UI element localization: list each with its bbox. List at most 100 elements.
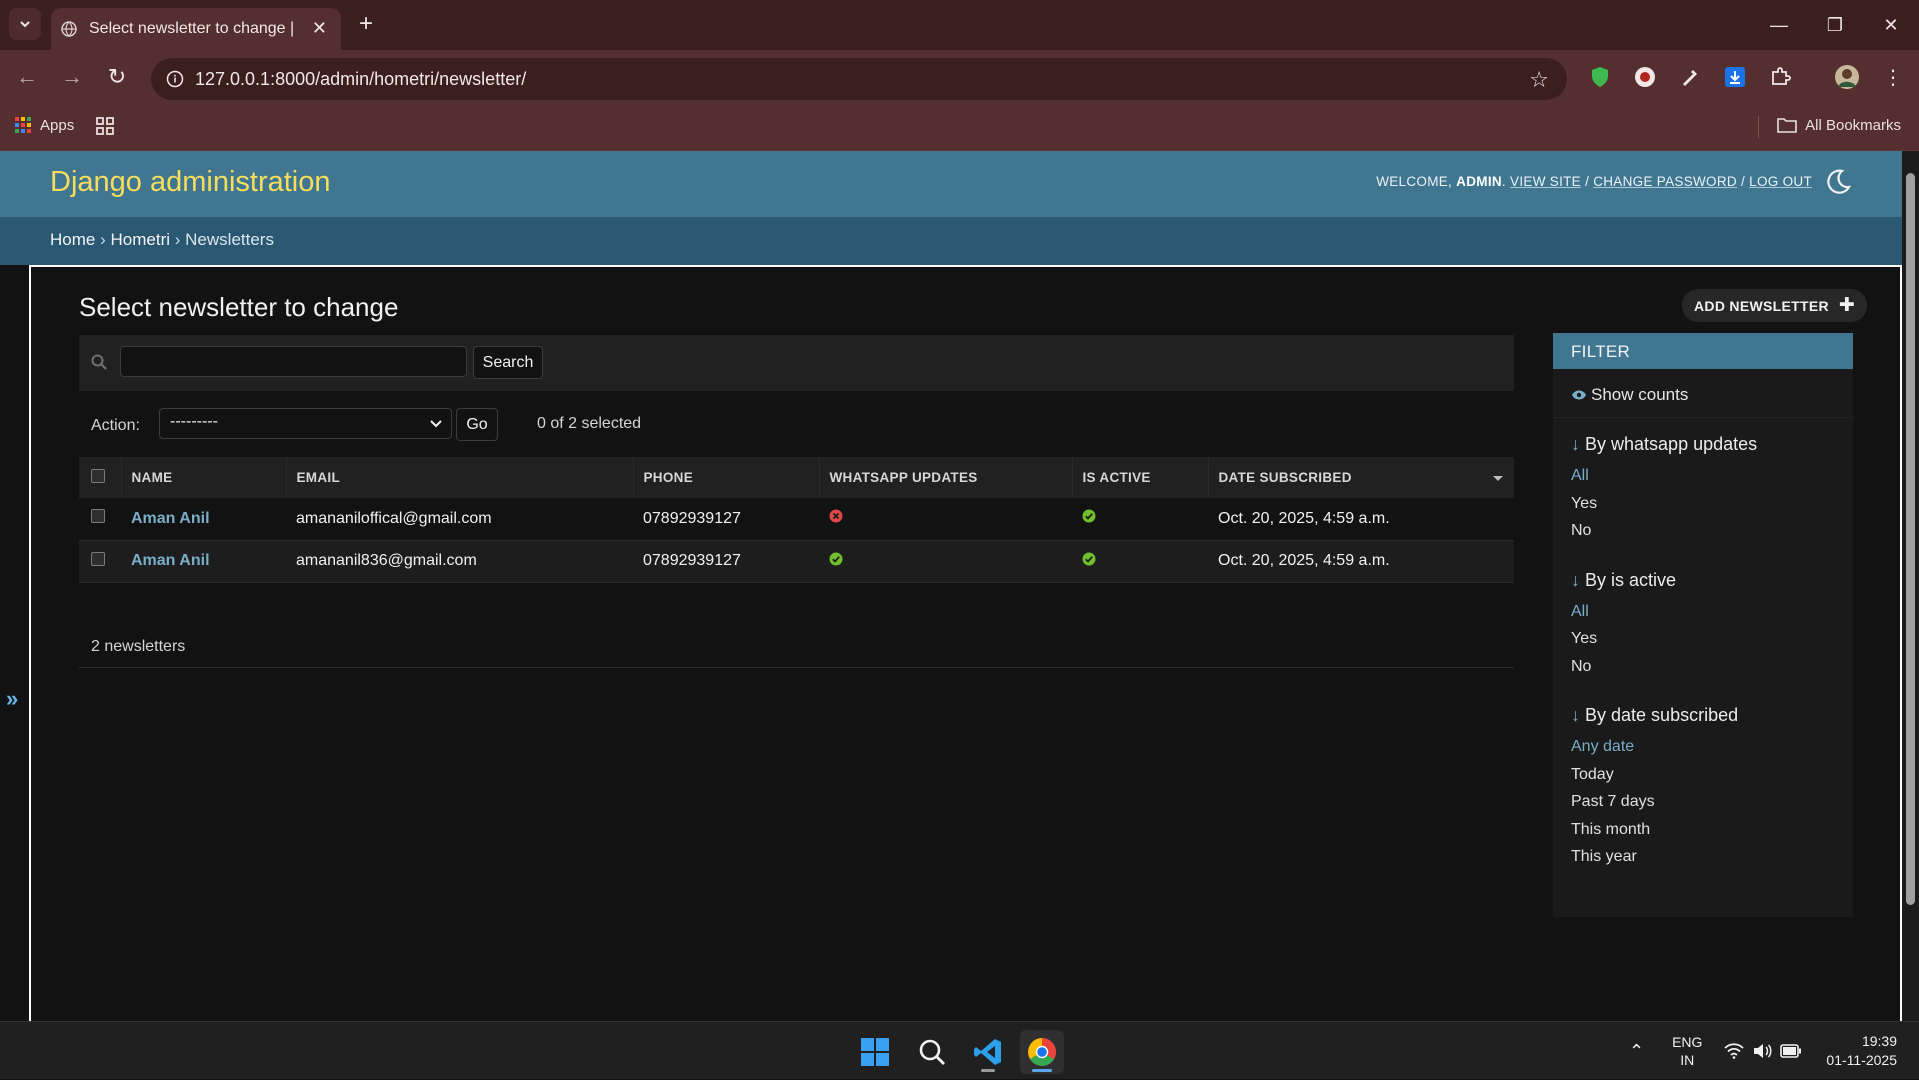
row-name-link[interactable]: Aman Anil bbox=[131, 552, 210, 569]
table-header-row: NAME EMAIL PHONE WHATSAPP UPDATES IS ACT… bbox=[79, 457, 1514, 498]
back-icon[interactable]: ← bbox=[12, 62, 42, 92]
breadcrumb-app[interactable]: Hometri bbox=[111, 230, 171, 249]
tab-groups-icon[interactable] bbox=[95, 116, 115, 141]
breadcrumb-home[interactable]: Home bbox=[50, 230, 95, 249]
row-email: amananiloffical@gmail.com bbox=[286, 498, 633, 541]
scrollbar-thumb[interactable] bbox=[1906, 173, 1915, 905]
filter-option-any-date[interactable]: Any date bbox=[1571, 738, 1835, 766]
all-bookmarks-label: All Bookmarks bbox=[1805, 116, 1901, 134]
taskbar: ⌃ ENG IN 19:39 01-11-2025 bbox=[0, 1021, 1919, 1079]
column-header-phone[interactable]: PHONE bbox=[632, 457, 819, 498]
clock[interactable]: 19:39 01-11-2025 bbox=[1826, 1032, 1897, 1070]
column-header-name[interactable]: NAME bbox=[120, 457, 286, 498]
clock-time: 19:39 bbox=[1861, 1033, 1897, 1049]
row-phone: 07892939127 bbox=[633, 540, 819, 583]
page-scrollbar[interactable] bbox=[1902, 151, 1919, 1021]
separator: / bbox=[1585, 174, 1590, 189]
filter-group-title[interactable]: ↓ By date subscribed bbox=[1571, 705, 1835, 726]
extension-icon[interactable] bbox=[1632, 64, 1658, 90]
select-all-header bbox=[79, 457, 121, 498]
action-select[interactable]: --------- bbox=[159, 408, 452, 439]
profile-avatar[interactable] bbox=[1834, 64, 1860, 90]
show-hidden-icons-icon[interactable]: ⌃ bbox=[1629, 1041, 1644, 1062]
search-toolbar: Search bbox=[79, 335, 1514, 391]
browser-tab[interactable]: Select newsletter to change | Dj ✕ bbox=[51, 8, 341, 50]
restore-icon[interactable]: ❐ bbox=[1807, 0, 1863, 50]
go-button[interactable]: Go bbox=[456, 408, 498, 441]
vscode-icon[interactable] bbox=[966, 1030, 1010, 1074]
table-row: Aman Anil amananil836@gmail.com 07892939… bbox=[79, 540, 1514, 583]
filter-option-all[interactable]: All bbox=[1571, 603, 1835, 631]
close-tab-icon[interactable]: ✕ bbox=[312, 18, 327, 39]
row-date-subscribed: Oct. 20, 2025, 4:59 a.m. bbox=[1208, 498, 1514, 541]
bookmark-apps[interactable]: Apps bbox=[14, 116, 74, 134]
tab-search-button[interactable] bbox=[9, 8, 41, 40]
folder-icon bbox=[1777, 118, 1797, 133]
add-newsletter-button[interactable]: ADD NEWSLETTER ✚ bbox=[1682, 289, 1868, 322]
log-out-link[interactable]: LOG OUT bbox=[1749, 174, 1812, 189]
filter-option-this-year[interactable]: This year bbox=[1571, 848, 1835, 876]
column-header-date-label: DATE SUBSCRIBED bbox=[1218, 470, 1352, 485]
browser-menu-icon[interactable]: ⋮ bbox=[1880, 64, 1906, 90]
show-counts-link[interactable]: Show counts bbox=[1553, 369, 1853, 418]
language-indicator[interactable]: ENG IN bbox=[1672, 1033, 1702, 1069]
search-input[interactable] bbox=[120, 346, 467, 377]
filter-group-title[interactable]: ↓ By is active bbox=[1571, 570, 1835, 591]
shield-extension-icon[interactable] bbox=[1587, 64, 1613, 90]
battery-icon[interactable] bbox=[1780, 1044, 1802, 1058]
site-brand[interactable]: Django administration bbox=[50, 166, 330, 199]
username: ADMIN bbox=[1456, 174, 1502, 189]
apps-label: Apps bbox=[40, 116, 75, 134]
status-yes-icon bbox=[1082, 509, 1096, 523]
theme-toggle-moon-icon[interactable] bbox=[1824, 168, 1852, 201]
column-header-date-subscribed[interactable]: DATE SUBSCRIBED bbox=[1207, 457, 1514, 498]
filter-group-is-active: ↓ By is active All Yes No bbox=[1553, 554, 1853, 690]
filter-option-past-7-days[interactable]: Past 7 days bbox=[1571, 793, 1835, 821]
wifi-icon[interactable] bbox=[1724, 1043, 1745, 1059]
region-code: IN bbox=[1680, 1052, 1695, 1068]
filter-option-this-month[interactable]: This month bbox=[1571, 821, 1835, 849]
column-header-whatsapp-updates[interactable]: WHATSAPP UPDATES bbox=[818, 457, 1072, 498]
page-title: Select newsletter to change bbox=[79, 292, 399, 322]
breadcrumb-model: Newsletters bbox=[185, 230, 274, 249]
forward-icon[interactable]: → bbox=[57, 62, 87, 92]
all-bookmarks[interactable]: All Bookmarks bbox=[1777, 116, 1901, 134]
row-checkbox[interactable] bbox=[91, 551, 105, 566]
column-header-email[interactable]: EMAIL bbox=[285, 457, 633, 498]
row-name-link[interactable]: Aman Anil bbox=[131, 510, 210, 527]
filter-group-title[interactable]: ↓ By whatsapp updates bbox=[1571, 434, 1835, 455]
select-all-checkbox[interactable] bbox=[91, 469, 105, 483]
new-tab-button[interactable]: + bbox=[352, 10, 380, 38]
download-icon[interactable] bbox=[1722, 64, 1748, 90]
breadcrumb: Home › Hometri › Newsletters bbox=[0, 217, 1902, 265]
admin-header: Django administration WELCOME, ADMIN. VI… bbox=[0, 151, 1902, 217]
site-info-icon[interactable] bbox=[155, 70, 195, 88]
bookmark-star-icon[interactable]: ☆ bbox=[1529, 67, 1549, 93]
change-password-link[interactable]: CHANGE PASSWORD bbox=[1593, 174, 1737, 189]
add-newsletter-label: ADD NEWSLETTER bbox=[1694, 297, 1829, 314]
filter-option-no[interactable]: No bbox=[1571, 658, 1835, 686]
browser-toolbar: ← → ↻ 127.0.0.1:8000/admin/hometri/newsl… bbox=[0, 50, 1919, 104]
extensions-puzzle-icon[interactable] bbox=[1767, 64, 1793, 90]
filter-option-today[interactable]: Today bbox=[1571, 766, 1835, 794]
volume-icon[interactable] bbox=[1752, 1043, 1772, 1059]
view-site-link[interactable]: VIEW SITE bbox=[1510, 174, 1581, 189]
column-header-is-active[interactable]: IS ACTIVE bbox=[1071, 457, 1208, 498]
apps-grid-icon bbox=[15, 117, 31, 133]
filter-option-yes[interactable]: Yes bbox=[1571, 495, 1835, 523]
sort-descending-icon[interactable] bbox=[1492, 473, 1504, 483]
filter-option-yes[interactable]: Yes bbox=[1571, 630, 1835, 658]
chrome-icon[interactable] bbox=[1020, 1030, 1064, 1074]
sidebar-toggle-icon[interactable]: » bbox=[6, 686, 18, 712]
windows-start-icon[interactable] bbox=[853, 1030, 897, 1074]
row-checkbox[interactable] bbox=[91, 509, 105, 524]
close-window-icon[interactable]: ✕ bbox=[1863, 0, 1919, 50]
filter-option-all[interactable]: All bbox=[1571, 467, 1835, 495]
address-bar[interactable]: 127.0.0.1:8000/admin/hometri/newsletter/… bbox=[151, 58, 1567, 100]
minimize-icon[interactable]: — bbox=[1751, 0, 1807, 50]
eyedropper-icon[interactable] bbox=[1677, 64, 1703, 90]
filter-option-no[interactable]: No bbox=[1571, 522, 1835, 550]
search-button[interactable]: Search bbox=[473, 346, 543, 379]
reload-icon[interactable]: ↻ bbox=[102, 62, 132, 92]
taskbar-search-icon[interactable] bbox=[910, 1030, 954, 1074]
